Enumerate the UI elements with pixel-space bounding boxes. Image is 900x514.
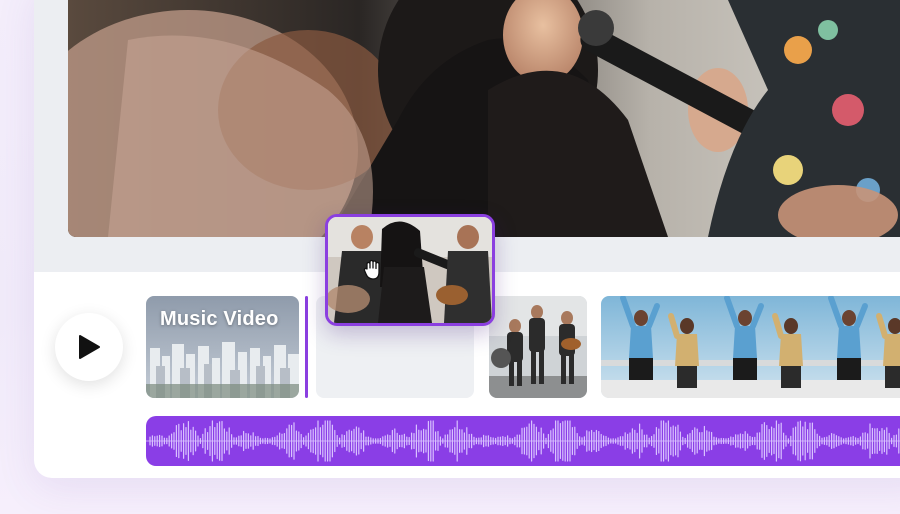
timeline-clip-band[interactable] (489, 296, 587, 398)
dancers-on-rooftop-thumbnail (601, 296, 900, 398)
band-performance-thumbnail (489, 296, 587, 398)
play-icon (79, 335, 100, 359)
timeline-clip-dancers[interactable] (601, 296, 900, 398)
dragged-clip[interactable] (325, 214, 495, 326)
audio-track[interactable] (146, 416, 900, 466)
singer-with-guitarists-thumbnail (328, 217, 492, 323)
clip-title: Music Video (160, 308, 279, 330)
audio-waveform (146, 420, 900, 462)
timeline-clip-music-video[interactable]: Music Video (146, 296, 299, 398)
playhead[interactable] (305, 296, 308, 398)
video-preview[interactable] (68, 0, 900, 237)
grab-hand-icon (363, 259, 380, 280)
video-frame-image (68, 0, 900, 237)
play-button[interactable] (55, 313, 123, 381)
